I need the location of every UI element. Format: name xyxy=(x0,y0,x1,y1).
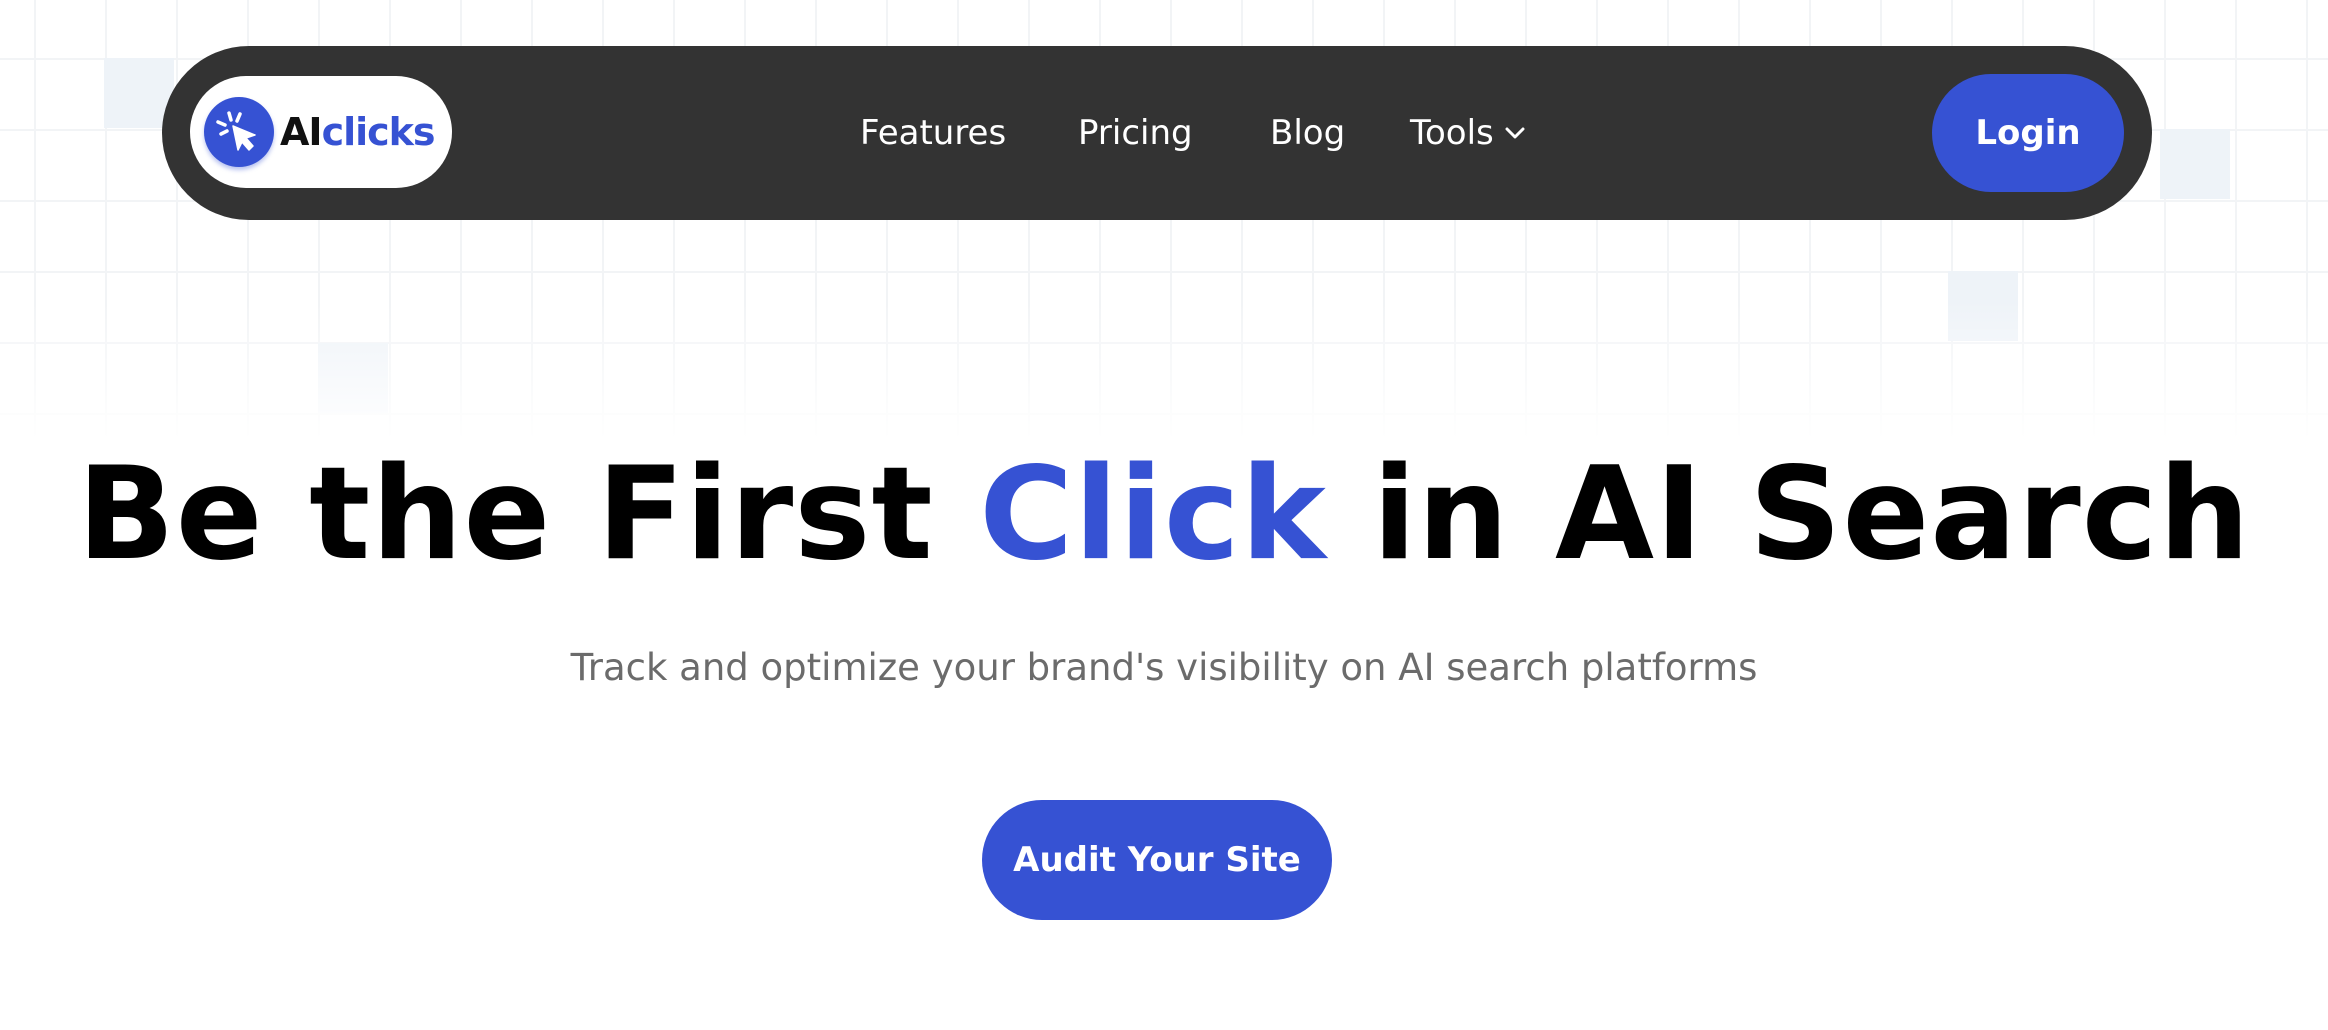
top-navbar: AIclicks Features Pricing Blog Tools Log… xyxy=(162,46,2152,220)
grid-tile xyxy=(2160,129,2230,199)
audit-site-button[interactable]: Audit Your Site xyxy=(982,800,1332,920)
hero-subtitle: Track and optimize your brand's visibili… xyxy=(570,646,1758,689)
nav-item-pricing[interactable]: Pricing xyxy=(1078,46,1193,220)
hero-title-start: Be the First xyxy=(77,440,980,589)
chevron-down-icon xyxy=(1504,126,1526,140)
hero-title-end: in AI Search xyxy=(1326,440,2251,589)
nav-item-tools-label: Tools xyxy=(1410,113,1494,153)
nav-links: Features Pricing Blog Tools xyxy=(162,46,2152,220)
nav-item-blog[interactable]: Blog xyxy=(1270,46,1345,220)
login-button[interactable]: Login xyxy=(1932,74,2124,192)
nav-item-tools[interactable]: Tools xyxy=(1410,46,1526,220)
landing-page: AIclicks Features Pricing Blog Tools Log… xyxy=(0,0,2328,1030)
grid-fade xyxy=(0,300,2328,440)
hero-title: Be the First Click in AI Search xyxy=(0,440,2328,589)
hero-title-accent: Click xyxy=(979,440,1327,589)
nav-item-features[interactable]: Features xyxy=(860,46,1006,220)
